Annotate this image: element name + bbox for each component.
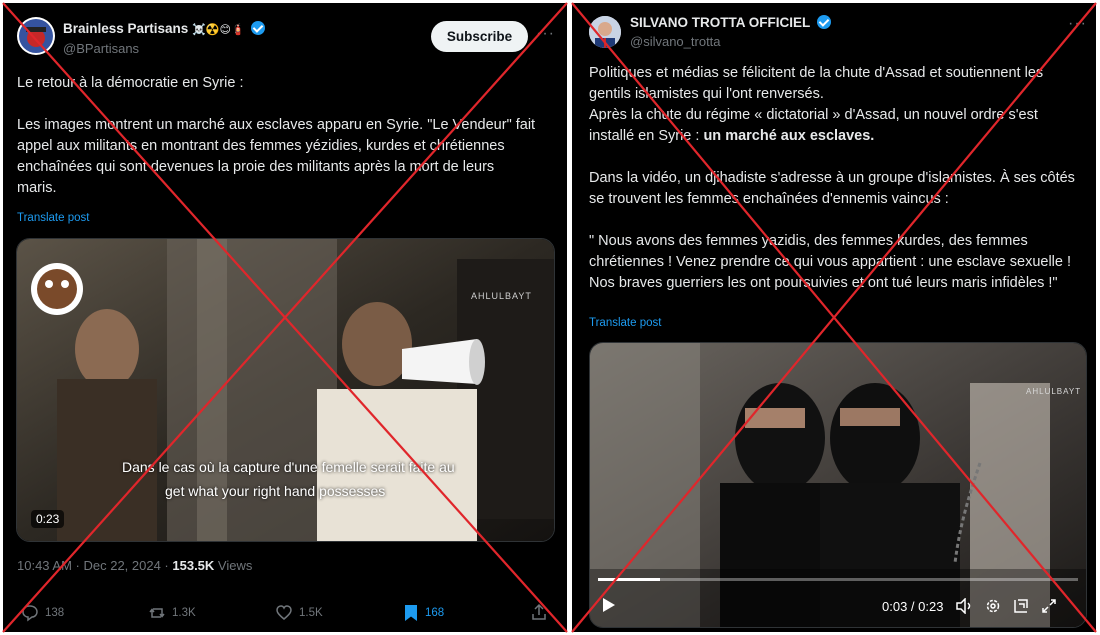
play-button[interactable] — [602, 597, 616, 613]
video-progress-track[interactable] — [598, 578, 1078, 581]
tweet-text: Politiques et médias se félicitent de la… — [589, 63, 1079, 294]
avatar[interactable] — [589, 16, 621, 48]
share-button[interactable] — [530, 603, 548, 621]
tweet-meta: 10:43 AM · Dec 22, 2024 · 153.5K Views — [17, 558, 252, 573]
repost-button[interactable]: 1.3K — [148, 604, 196, 622]
translate-post-link[interactable]: Translate post — [17, 212, 89, 224]
like-count: 1.5K — [299, 607, 323, 619]
views-count: 153.5K — [172, 558, 215, 573]
video-watermark: AHLULBAYT — [471, 291, 532, 301]
picture-in-picture-icon[interactable] — [1013, 598, 1029, 614]
bp-logo-icon — [19, 19, 53, 53]
video-player[interactable]: AHLULBAYT 0:03 / 0:23 — [589, 342, 1087, 628]
avatar[interactable] — [17, 17, 55, 55]
repost-icon — [149, 608, 165, 618]
author-name[interactable]: SILVANO TROTTA OFFICIEL — [630, 15, 831, 30]
author-emoji: ☠️☢️😊🧯 — [192, 24, 245, 36]
video-progress-fill — [598, 578, 661, 581]
right-tweet-panel: SILVANO TROTTA OFFICIEL @silvano_trotta … — [572, 3, 1096, 632]
more-options-icon[interactable]: ··· — [1068, 15, 1087, 33]
video-frame — [590, 343, 1086, 627]
author-handle[interactable]: @BPartisans — [63, 41, 139, 56]
tweet-timestamp[interactable]: 10:43 AM · Dec 22, 2024 · — [17, 558, 172, 573]
reply-icon — [22, 605, 38, 622]
reply-count: 138 — [45, 607, 65, 619]
video-subtitle-en: get what your right hand possesses — [165, 483, 386, 499]
heart-icon — [276, 605, 292, 620]
profile-photo-icon — [589, 16, 621, 48]
translate-post-link[interactable]: Translate post — [589, 317, 661, 329]
verified-icon — [251, 21, 266, 35]
bookmark-button[interactable]: 168 — [403, 604, 444, 622]
bookmark-count: 168 — [425, 607, 445, 619]
reply-button[interactable]: 138 — [21, 604, 64, 622]
author-handle[interactable]: @silvano_trotta — [630, 34, 721, 49]
tweet-text: Le retour à la démocratie en Syrie : Les… — [17, 75, 536, 196]
video-duration-badge: 0:23 — [31, 510, 65, 528]
settings-gear-icon[interactable] — [985, 598, 1001, 614]
video-controls-right: 0:03 / 0:23 — [882, 598, 1057, 614]
left-tweet-panel: Brainless Partisans ☠️☢️😊🧯 @BPartisans S… — [3, 3, 567, 632]
like-button[interactable]: 1.5K — [275, 604, 323, 622]
repost-count: 1.3K — [172, 607, 196, 619]
video-watermark: AHLULBAYT — [1026, 387, 1082, 396]
video-player[interactable]: AHLULBAYT Dans le cas où la capture d'un… — [16, 238, 555, 542]
fullscreen-icon[interactable] — [1041, 598, 1057, 614]
more-options-icon[interactable]: ··· — [536, 25, 555, 43]
author-name[interactable]: Brainless Partisans ☠️☢️😊🧯 — [63, 21, 266, 36]
video-subtitle-fr: Dans le cas où la capture d'une femelle … — [122, 459, 455, 475]
volume-icon[interactable] — [955, 598, 973, 614]
verified-icon — [816, 15, 831, 29]
play-icon — [603, 598, 615, 612]
views-label: Views — [214, 558, 253, 573]
tweet-text-part2: Dans la vidéo, un djihadiste s'adresse à… — [589, 170, 1075, 291]
tweet-text-bold: un marché aux esclaves. — [703, 128, 875, 144]
subscribe-button[interactable]: Subscribe — [431, 21, 528, 52]
bookmark-icon — [405, 605, 417, 621]
video-time: 0:03 / 0:23 — [882, 598, 944, 614]
share-icon — [532, 603, 546, 620]
